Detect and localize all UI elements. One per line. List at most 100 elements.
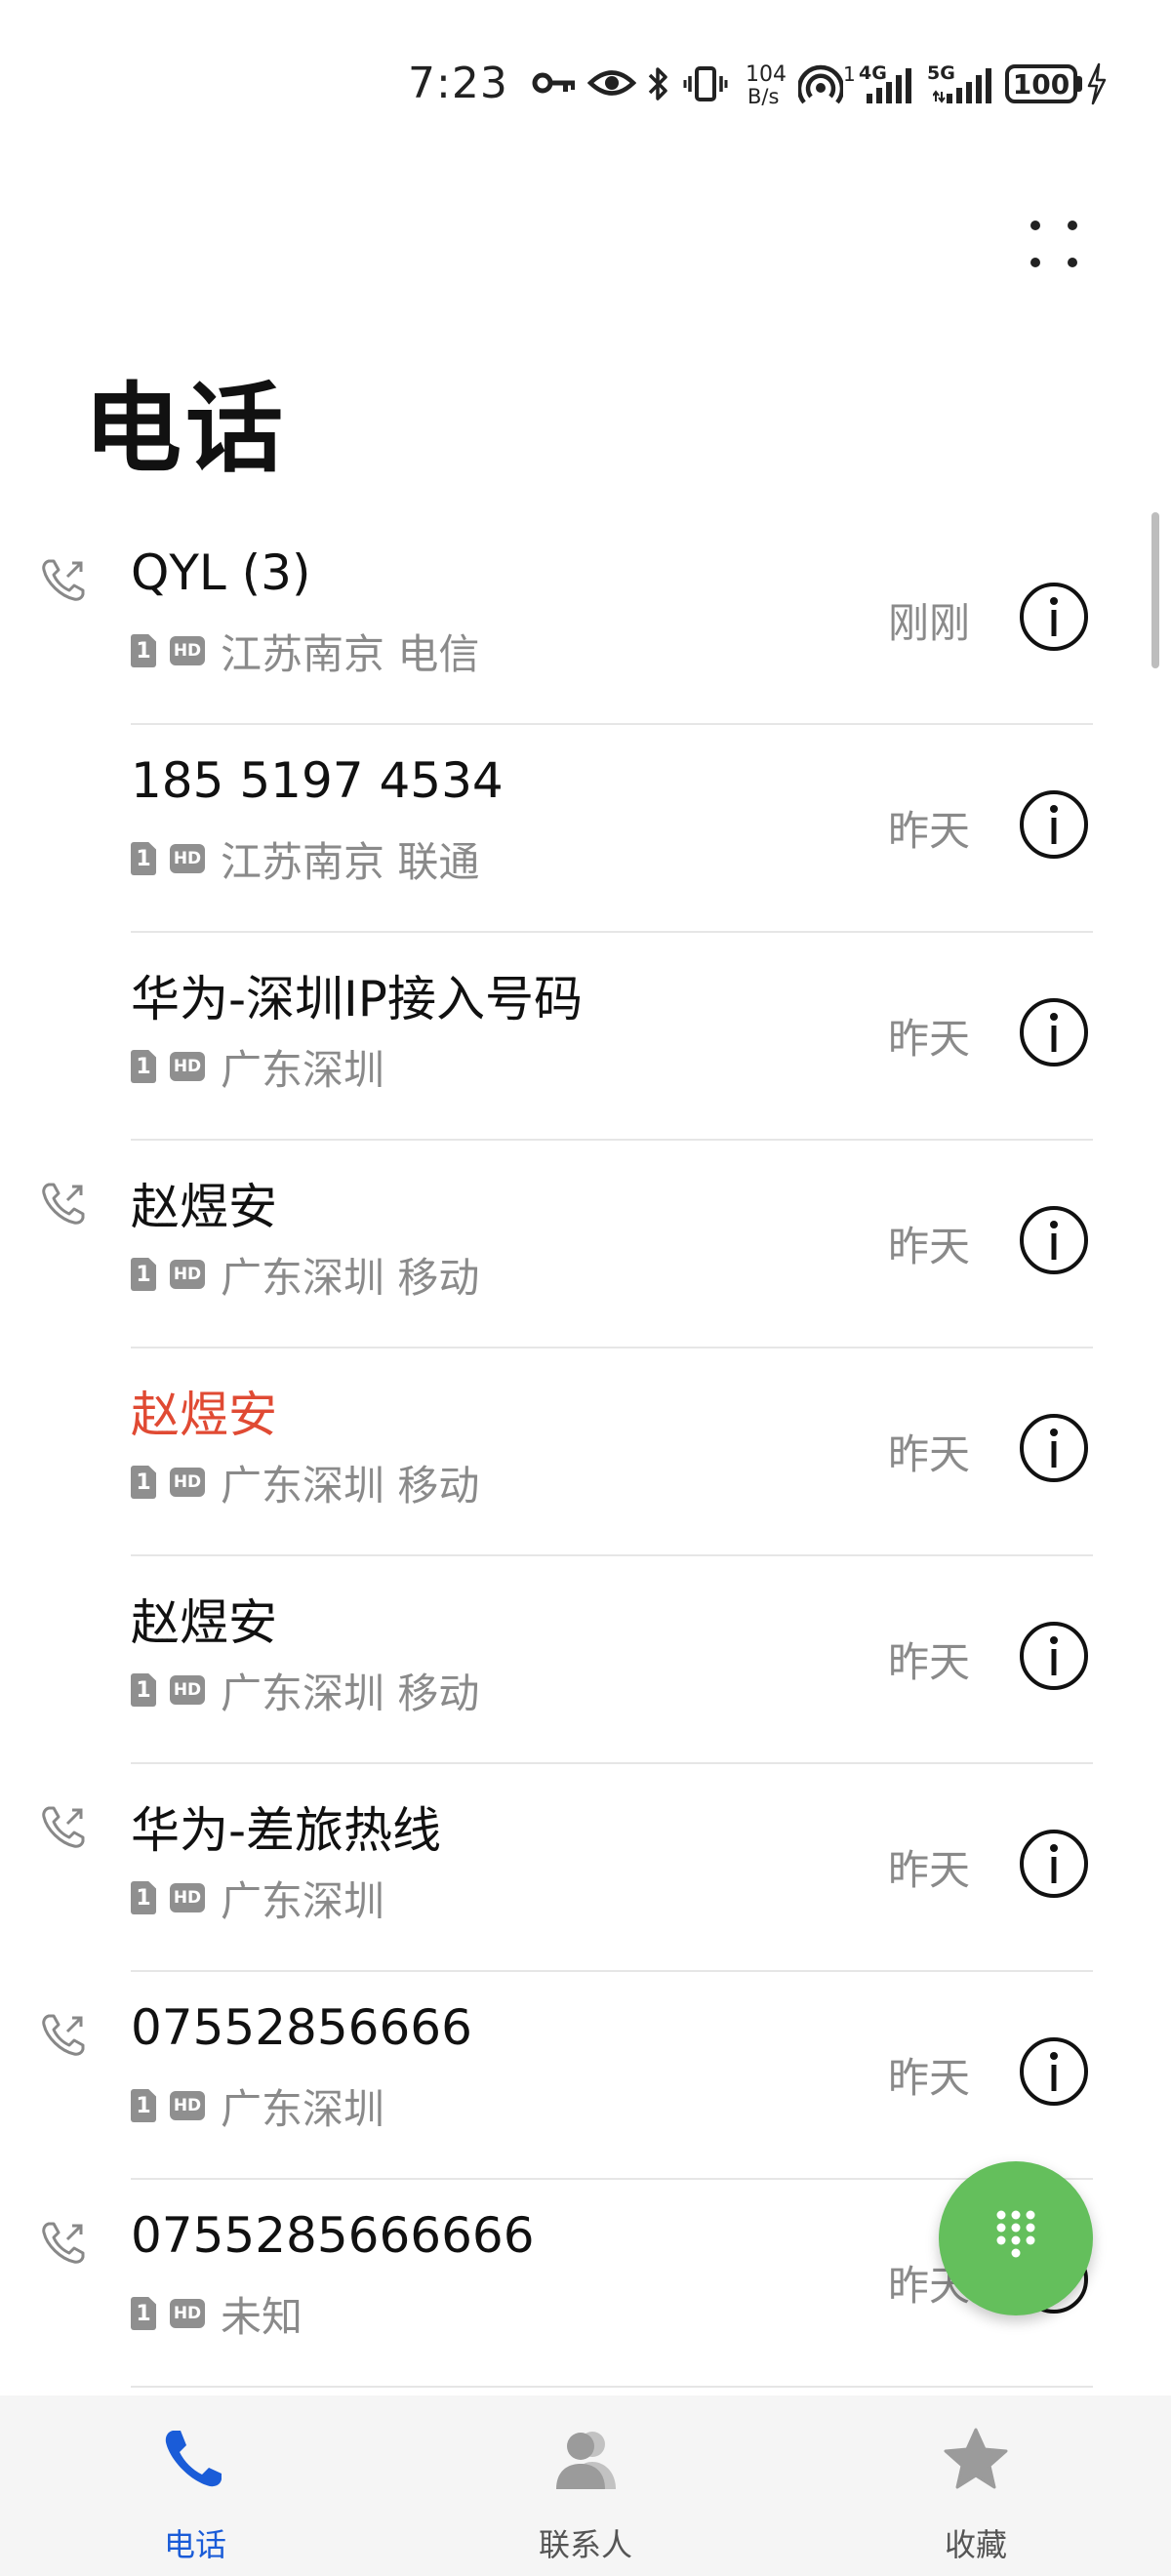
call-details: 1 HD 未知 [131, 2289, 303, 2341]
tab-favorites[interactable]: 收藏 [859, 2395, 1093, 2576]
phone-app-screen: 7:23 104 B/s 1 4G 5G 100 电话 QYL (3) 1 HD… [0, 0, 1171, 2576]
hd-call-icon: HD [170, 1883, 205, 1912]
sim-card-icon: 1 [131, 1258, 156, 1291]
bluetooth-icon [648, 67, 667, 101]
call-details: 1 HD 广东深圳 移动 [131, 1458, 479, 1509]
hd-call-icon: HD [170, 1468, 205, 1497]
call-log-item[interactable]: 赵煜安 1 HD 广东深圳 移动 昨天 [0, 1141, 1171, 1348]
sim-card-icon: 1 [131, 1050, 156, 1083]
more-dot [1030, 221, 1040, 230]
call-time: 昨天 [888, 1430, 971, 1478]
sim-card-icon: 1 [131, 2297, 156, 2330]
hotspot-count: 1 [843, 62, 856, 86]
outgoing-call-icon [42, 1806, 85, 1848]
bottom-navigation: 电话 联系人 收藏 [0, 2395, 1171, 2576]
call-time: 昨天 [888, 807, 971, 855]
info-icon[interactable] [1018, 2035, 1090, 2108]
call-details: 1 HD 广东深圳 [131, 1873, 384, 1925]
charging-icon [1087, 62, 1107, 105]
call-log-list: QYL (3) 1 HD 江苏南京 电信 刚刚 185 5197 4534 1 … [0, 517, 1171, 2388]
hd-call-icon: HD [170, 1675, 205, 1705]
contacts-icon [556, 2432, 616, 2489]
caller-name: 赵煜安 [131, 1387, 277, 1443]
info-icon[interactable] [1018, 1620, 1090, 1692]
caller-name: 赵煜安 [131, 1179, 277, 1235]
signal-icon [867, 68, 911, 103]
vibrate-icon [683, 66, 728, 101]
call-details: 1 HD 广东深圳 移动 [131, 1250, 479, 1302]
hd-call-icon: HD [170, 2091, 205, 2120]
info-icon[interactable] [1018, 1204, 1090, 1276]
dialpad-icon [996, 2210, 1035, 2258]
more-dot [1068, 221, 1077, 230]
sim-card-icon: 1 [131, 634, 156, 667]
call-time: 刚刚 [888, 599, 971, 647]
signal-5g-icon [933, 68, 991, 103]
caller-name: 185 5197 4534 [131, 752, 504, 809]
caller-name: 华为-差旅热线 [131, 1802, 442, 1859]
hd-call-icon: HD [170, 1260, 205, 1289]
sim-card-icon: 1 [131, 2089, 156, 2122]
info-icon[interactable] [1018, 996, 1090, 1068]
hd-call-icon: HD [170, 636, 205, 665]
call-details: 1 HD 广东深圳 移动 [131, 1666, 479, 1717]
info-icon[interactable] [1018, 581, 1090, 653]
caller-name: QYL (3) [131, 544, 311, 601]
call-details: 1 HD 广东深圳 [131, 1042, 384, 1094]
call-details: 1 HD 江苏南京 电信 [131, 626, 479, 678]
sim-card-icon: 1 [131, 1673, 156, 1707]
caller-location: 江苏南京 电信 [221, 629, 480, 678]
hotspot-icon [798, 64, 843, 104]
status-bar: 7:23 104 B/s 1 4G 5G 100 [0, 0, 1171, 146]
caller-location: 广东深圳 [221, 1876, 385, 1925]
sim-card-icon: 1 [131, 1881, 156, 1914]
battery-tip [1077, 76, 1082, 92]
caller-name: 华为-深圳IP接入号码 [131, 971, 583, 1027]
call-log-item-missed[interactable]: 赵煜安 1 HD 广东深圳 移动 昨天 [0, 1348, 1171, 1556]
battery-icon: 100 [1005, 64, 1077, 103]
more-dot [1068, 258, 1077, 267]
call-time: 昨天 [888, 1638, 971, 1686]
page-title: 电话 [84, 372, 287, 486]
call-time: 昨天 [888, 1846, 971, 1894]
outgoing-call-icon [42, 2014, 85, 2056]
outgoing-call-icon [42, 559, 85, 601]
hd-call-icon: HD [170, 844, 205, 873]
call-time: 昨天 [888, 2054, 971, 2102]
call-details: 1 HD 江苏南京 联通 [131, 834, 479, 886]
hd-call-icon: HD [170, 1052, 205, 1081]
tab-contacts[interactable]: 联系人 [468, 2395, 703, 2576]
call-log-item[interactable]: 07552856666 1 HD 广东深圳 昨天 [0, 1972, 1171, 2180]
call-log-item[interactable]: 赵煜安 1 HD 广东深圳 移动 昨天 [0, 1556, 1171, 1764]
call-log-item[interactable]: QYL (3) 1 HD 江苏南京 电信 刚刚 [0, 517, 1171, 725]
more-options-button[interactable] [1015, 205, 1093, 283]
phone-icon [165, 2431, 222, 2487]
caller-location: 广东深圳 移动 [221, 1253, 480, 1302]
status-time: 7:23 [408, 59, 508, 108]
info-icon[interactable] [1018, 1412, 1090, 1484]
call-log-item[interactable]: 185 5197 4534 1 HD 江苏南京 联通 昨天 [0, 725, 1171, 933]
divider [131, 2386, 1093, 2388]
dialpad-button[interactable] [939, 2161, 1093, 2315]
call-time: 昨天 [888, 1223, 971, 1270]
net-speed-value: 104 [746, 62, 787, 87]
outgoing-call-icon [42, 2222, 85, 2264]
tab-phone[interactable]: 电话 [78, 2395, 312, 2576]
caller-location: 广东深圳 移动 [221, 1461, 480, 1509]
sim-card-icon: 1 [131, 1466, 156, 1499]
caller-location: 江苏南京 联通 [221, 837, 480, 886]
caller-name: 07552856666 [131, 1999, 472, 2056]
call-time: 昨天 [888, 1015, 971, 1063]
info-icon[interactable] [1018, 788, 1090, 861]
key-icon [532, 72, 575, 94]
eye-icon [587, 70, 636, 96]
call-details: 1 HD 广东深圳 [131, 2081, 384, 2133]
info-icon[interactable] [1018, 1828, 1090, 1900]
caller-location: 广东深圳 [221, 2084, 385, 2133]
call-log-item[interactable]: 华为-差旅热线 1 HD 广东深圳 昨天 [0, 1764, 1171, 1972]
caller-name: 0755285666666 [131, 2207, 535, 2264]
call-log-item[interactable]: 华为-深圳IP接入号码 1 HD 广东深圳 昨天 [0, 933, 1171, 1141]
more-dot [1030, 258, 1040, 267]
sim-card-icon: 1 [131, 842, 156, 875]
caller-location: 广东深圳 [221, 1045, 385, 1094]
